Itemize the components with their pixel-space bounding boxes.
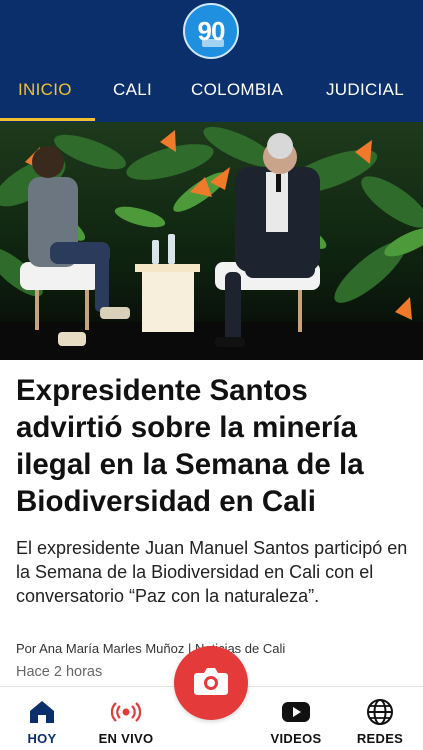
active-tab-indicator xyxy=(0,118,95,121)
article-photo[interactable] xyxy=(0,122,423,360)
brand-logo[interactable]: 90 xyxy=(183,3,239,59)
live-broadcast-icon xyxy=(111,699,141,725)
globe-icon xyxy=(365,699,395,725)
nav-en-vivo[interactable]: EN VIVO xyxy=(84,687,168,750)
logo-ribbon xyxy=(202,39,224,47)
article-timestamp: Hace 2 horas xyxy=(16,664,103,680)
home-icon xyxy=(27,699,57,725)
tab-judicial[interactable]: JUDICIAL xyxy=(326,80,404,100)
nav-label-videos: VIDEOS xyxy=(270,731,322,746)
tab-colombia[interactable]: COLOMBIA xyxy=(191,80,283,100)
app-header: 90 INICIO CALI COLOMBIA JUDICIAL xyxy=(0,0,423,122)
youtube-icon xyxy=(281,699,311,725)
camera-icon xyxy=(193,666,229,701)
section-tabs: INICIO CALI COLOMBIA JUDICIAL xyxy=(0,72,423,122)
nav-label-hoy: HOY xyxy=(27,731,57,746)
tab-cali[interactable]: CALI xyxy=(113,80,152,100)
nav-label-en-vivo: EN VIVO xyxy=(98,731,154,746)
article-headline[interactable]: Expresidente Santos advirtió sobre la mi… xyxy=(16,372,411,520)
camera-button[interactable] xyxy=(174,646,248,720)
nav-hoy[interactable]: HOY xyxy=(0,687,84,750)
nav-videos[interactable]: VIDEOS xyxy=(254,687,338,750)
tab-inicio[interactable]: INICIO xyxy=(18,80,72,100)
article-summary: El expresidente Juan Manuel Santos parti… xyxy=(16,538,408,606)
nav-label-redes: REDES xyxy=(356,731,404,746)
nav-redes[interactable]: REDES xyxy=(338,687,422,750)
